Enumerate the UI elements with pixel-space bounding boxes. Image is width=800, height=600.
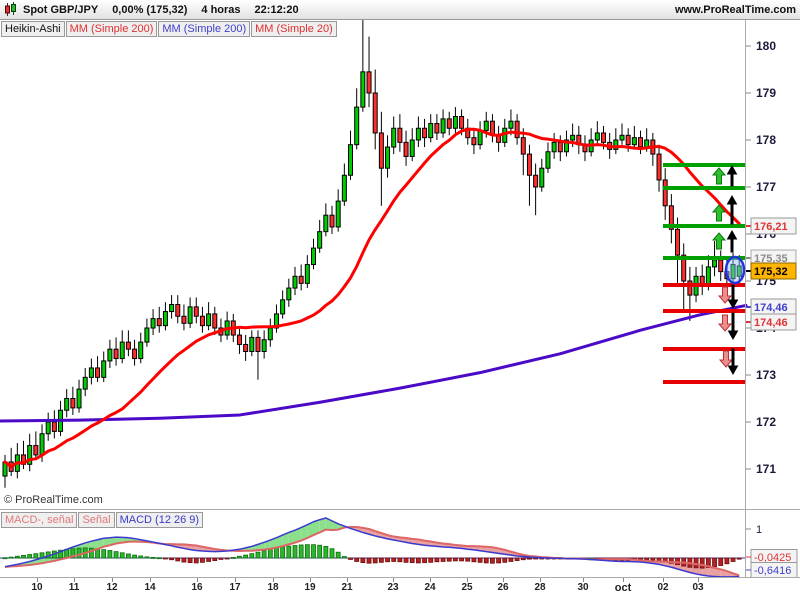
x-label-12: 12 xyxy=(106,582,118,593)
mm20-line xyxy=(3,127,741,469)
legend-item-1[interactable]: MM (Simple 200) xyxy=(65,21,158,37)
macd-axis: 1-0,0425-0,6416 xyxy=(746,524,798,578)
macd-legend-item-0[interactable]: MACD-, señal xyxy=(1,512,78,528)
x-label-02: 02 xyxy=(657,582,669,593)
svg-text:180: 180 xyxy=(756,39,776,53)
svg-text:-0,6416: -0,6416 xyxy=(754,565,791,577)
x-label-25: 25 xyxy=(461,582,473,593)
red-down-arrow-icon xyxy=(718,350,734,368)
svg-text:174,46: 174,46 xyxy=(754,317,788,329)
legend-item-0[interactable]: Heikin-Ashi xyxy=(1,21,65,37)
highlight-ellipse xyxy=(724,255,746,285)
copyright-label: © ProRealTime.com xyxy=(4,494,103,506)
x-axis-strip: 10 11 12 14 16 17 18 19 21 23 24 25 26 28 30 oct 02 03 xyxy=(0,578,800,600)
x-label-18: 18 xyxy=(267,582,279,593)
svg-text:177: 177 xyxy=(756,180,776,194)
legend-item-2[interactable]: MM (Simple 200) xyxy=(158,21,251,37)
x-label-23: 23 xyxy=(387,582,399,593)
svg-text:174,46: 174,46 xyxy=(754,302,788,314)
x-label-26: 26 xyxy=(497,582,509,593)
x-label-21: 21 xyxy=(341,582,353,593)
x-label-11: 11 xyxy=(68,582,80,593)
svg-text:171: 171 xyxy=(756,462,776,476)
panel-borders xyxy=(0,20,800,578)
x-label-30: 30 xyxy=(577,582,589,593)
macd-legend: MACD-, señal Señal MACD (12 26 9) xyxy=(1,512,204,528)
main-chart-legend: Heikin-Ashi MM (Simple 200) MM (Simple 200… xyxy=(1,21,338,37)
macd-histogram xyxy=(2,544,742,569)
x-label-17: 17 xyxy=(229,582,241,593)
svg-text:178: 178 xyxy=(756,133,776,147)
x-label-03: 03 xyxy=(692,582,704,593)
legend-item-3[interactable]: MM (Simple 20) xyxy=(251,21,337,37)
svg-text:176,21: 176,21 xyxy=(754,221,788,233)
svg-text:179: 179 xyxy=(756,86,776,100)
red-down-arrow-icon xyxy=(717,314,733,332)
x-label-oct: oct xyxy=(614,582,632,594)
svg-text:1: 1 xyxy=(756,524,762,536)
x-label-16: 16 xyxy=(191,582,203,593)
chart-canvas[interactable]: 1801791781771761751741731721711-0,0425-0… xyxy=(0,0,800,600)
black-up-arrow-icon xyxy=(726,164,738,187)
x-label-10: 10 xyxy=(31,582,43,593)
svg-text:173: 173 xyxy=(756,368,776,382)
mm200-line xyxy=(0,303,748,423)
candlestick-series xyxy=(2,20,742,488)
prorealtime-window: Spot GBP/JPY 0,00% (175,32) 4 horas 22:1… xyxy=(0,0,800,600)
green-up-arrow-icon xyxy=(711,167,727,185)
svg-text:175,32: 175,32 xyxy=(754,266,788,278)
x-label-28: 28 xyxy=(534,582,546,593)
svg-text:172: 172 xyxy=(756,415,776,429)
x-label-19: 19 xyxy=(304,582,316,593)
macd-legend-item-1[interactable]: Señal xyxy=(78,512,115,528)
x-label-14: 14 xyxy=(144,582,156,593)
black-up-arrow-icon xyxy=(726,229,738,253)
macd-legend-item-2[interactable]: MACD (12 26 9) xyxy=(115,512,204,528)
x-label-24: 24 xyxy=(424,582,436,593)
